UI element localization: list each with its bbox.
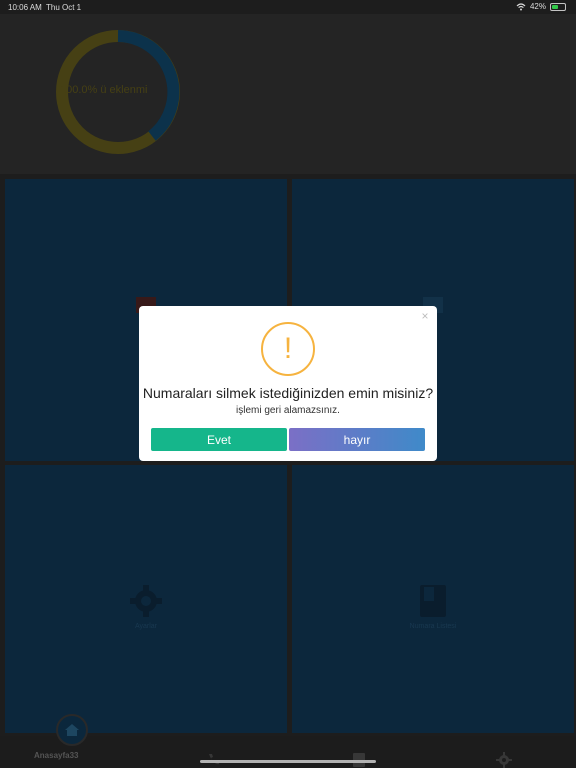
dialog-title: Numaraları silmek istediğinizden emin mi… (142, 385, 434, 401)
confirm-dialog: × ! Numaraları silmek istediğinizden emi… (139, 306, 437, 461)
close-icon[interactable]: × (419, 310, 431, 322)
warning-icon: ! (261, 322, 315, 376)
yes-button[interactable]: Evet (151, 428, 287, 451)
no-button[interactable]: hayır (289, 428, 425, 451)
dialog-message: işlemi geri alamazsınız. (236, 405, 340, 416)
